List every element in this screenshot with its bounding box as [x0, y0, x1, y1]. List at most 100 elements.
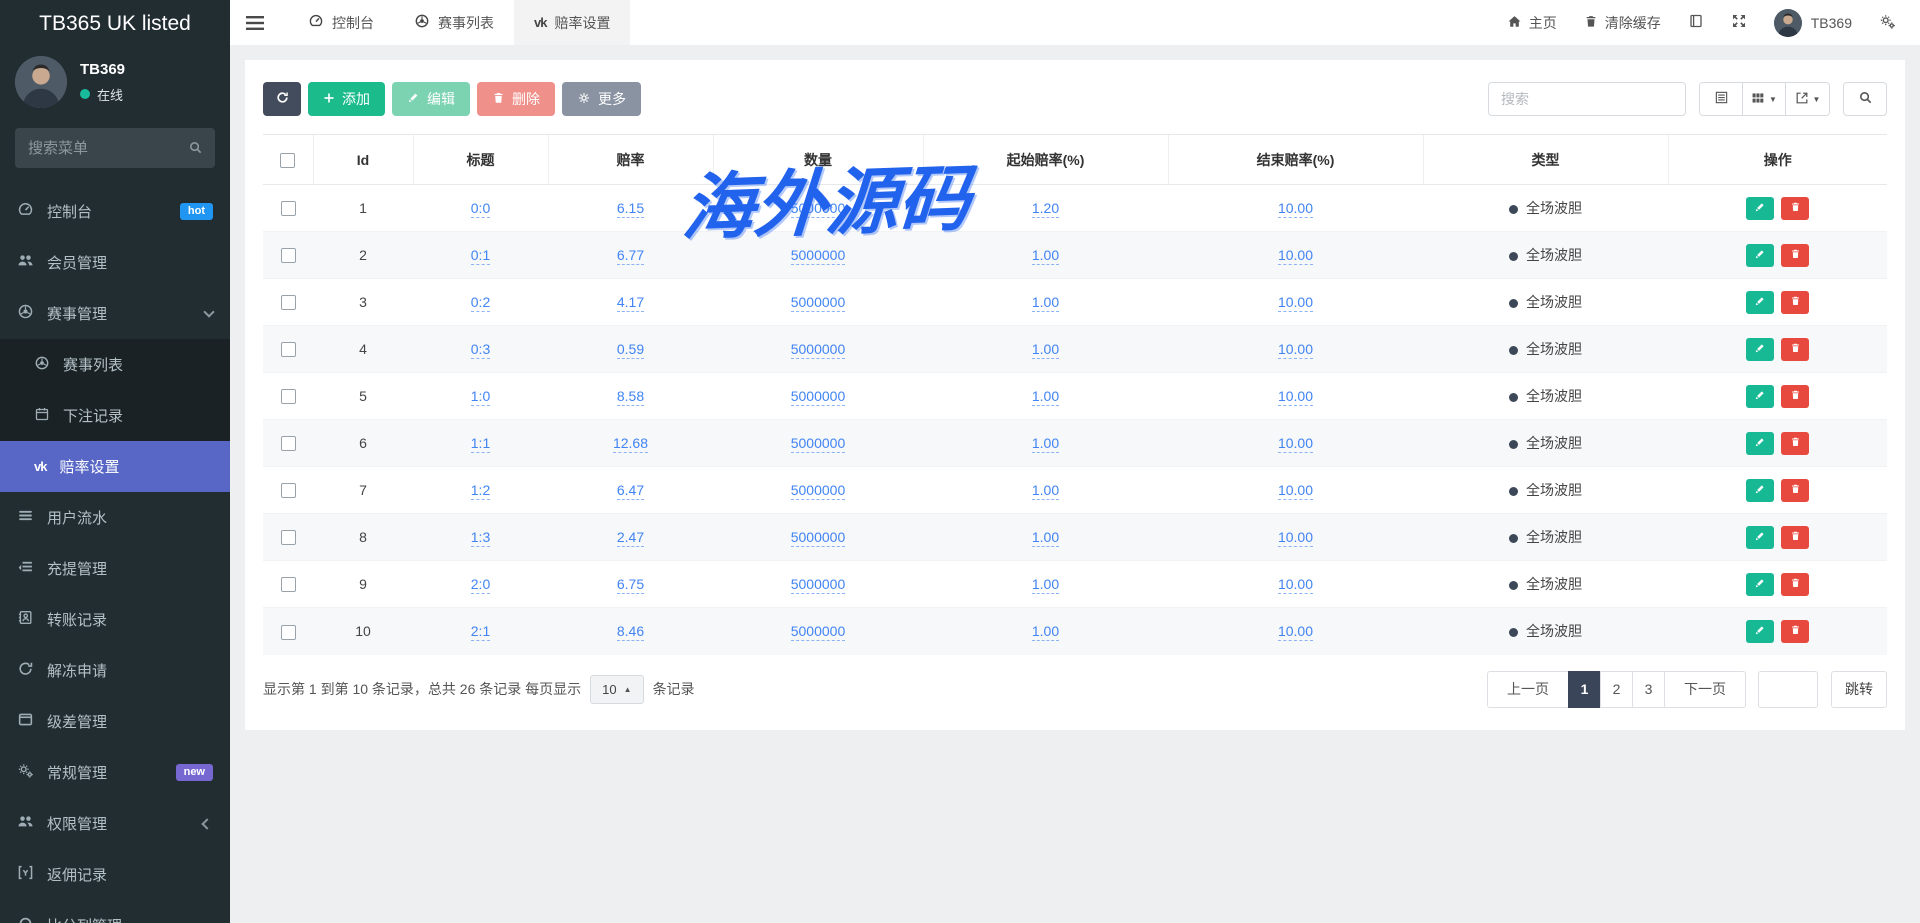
row-delete-button[interactable]: [1781, 432, 1809, 455]
cell-start-editable[interactable]: 1.00: [1032, 388, 1059, 406]
column-header-title[interactable]: 标题: [413, 135, 548, 185]
row-edit-button[interactable]: [1746, 620, 1774, 643]
column-header-type[interactable]: 类型: [1423, 135, 1668, 185]
row-checkbox[interactable]: [281, 389, 296, 404]
row-delete-button[interactable]: [1781, 244, 1809, 267]
cell-title-editable[interactable]: 0:1: [471, 247, 490, 265]
cell-odds-editable[interactable]: 2.47: [617, 529, 644, 547]
tab-odds-settings[interactable]: vk 赔率设置: [514, 0, 630, 45]
column-header-qty[interactable]: 数量: [713, 135, 923, 185]
sidebar-item-score-columns[interactable]: 比分列管理: [0, 900, 230, 923]
row-edit-button[interactable]: [1746, 573, 1774, 596]
row-delete-button[interactable]: [1781, 479, 1809, 502]
row-delete-button[interactable]: [1781, 526, 1809, 549]
cell-qty-editable[interactable]: 5000000: [791, 482, 846, 500]
home-link[interactable]: 主页: [1507, 13, 1557, 33]
cell-start-editable[interactable]: 1.00: [1032, 623, 1059, 641]
cell-title-editable[interactable]: 0:3: [471, 341, 490, 359]
page-size-select[interactable]: 10 ▲: [590, 675, 643, 704]
column-header-id[interactable]: Id: [313, 135, 413, 185]
row-checkbox[interactable]: [281, 295, 296, 310]
row-checkbox[interactable]: [281, 625, 296, 640]
cell-start-editable[interactable]: 1.00: [1032, 435, 1059, 453]
sidebar-item-events[interactable]: 赛事管理: [0, 288, 230, 339]
select-all-checkbox[interactable]: [280, 153, 295, 168]
row-edit-button[interactable]: [1746, 291, 1774, 314]
cell-end-editable[interactable]: 10.00: [1278, 341, 1313, 359]
cell-end-editable[interactable]: 10.00: [1278, 576, 1313, 594]
row-edit-button[interactable]: [1746, 526, 1774, 549]
column-header-start[interactable]: 起始赔率(%): [923, 135, 1168, 185]
row-checkbox[interactable]: [281, 577, 296, 592]
sidebar-item-permissions[interactable]: 权限管理: [0, 798, 230, 849]
delete-button[interactable]: 删除: [477, 82, 555, 116]
cell-end-editable[interactable]: 10.00: [1278, 623, 1313, 641]
row-checkbox[interactable]: [281, 530, 296, 545]
cell-qty-editable[interactable]: 5000000: [791, 341, 846, 359]
cell-start-editable[interactable]: 1.00: [1032, 529, 1059, 547]
row-checkbox[interactable]: [281, 342, 296, 357]
cell-qty-editable[interactable]: 5000000: [791, 294, 846, 312]
jump-page-input[interactable]: [1758, 671, 1818, 708]
row-edit-button[interactable]: [1746, 385, 1774, 408]
row-delete-button[interactable]: [1781, 338, 1809, 361]
page-button-2[interactable]: 2: [1600, 671, 1633, 708]
row-checkbox[interactable]: [281, 248, 296, 263]
row-delete-button[interactable]: [1781, 385, 1809, 408]
cell-end-editable[interactable]: 10.00: [1278, 247, 1313, 265]
cell-qty-editable[interactable]: 5000000: [791, 435, 846, 453]
column-header-actions[interactable]: 操作: [1668, 135, 1887, 185]
toggle-view-button[interactable]: [1700, 83, 1743, 115]
cell-start-editable[interactable]: 1.20: [1032, 200, 1059, 218]
cell-title-editable[interactable]: 1:3: [471, 529, 490, 547]
page-button-3[interactable]: 3: [1632, 671, 1665, 708]
cell-title-editable[interactable]: 2:1: [471, 623, 490, 641]
row-delete-button[interactable]: [1781, 197, 1809, 220]
cell-end-editable[interactable]: 10.00: [1278, 388, 1313, 406]
cell-start-editable[interactable]: 1.00: [1032, 294, 1059, 312]
sidebar-item-general[interactable]: 常规管理 new: [0, 747, 230, 798]
row-delete-button[interactable]: [1781, 573, 1809, 596]
row-edit-button[interactable]: [1746, 338, 1774, 361]
table-search-input[interactable]: [1488, 82, 1686, 116]
cell-end-editable[interactable]: 10.00: [1278, 294, 1313, 312]
add-button[interactable]: 添加: [308, 82, 385, 116]
prev-page-button[interactable]: 上一页: [1487, 671, 1569, 708]
cell-odds-editable[interactable]: 6.77: [617, 247, 644, 265]
cell-title-editable[interactable]: 2:0: [471, 576, 490, 594]
columns-button[interactable]: ▼: [1743, 83, 1786, 115]
column-header-end[interactable]: 结束赔率(%): [1168, 135, 1423, 185]
hamburger-menu-icon[interactable]: [230, 0, 280, 45]
next-page-button[interactable]: 下一页: [1664, 671, 1746, 708]
cell-odds-editable[interactable]: 12.68: [613, 435, 648, 453]
cell-start-editable[interactable]: 1.00: [1032, 482, 1059, 500]
column-header-odds[interactable]: 赔率: [548, 135, 713, 185]
cell-title-editable[interactable]: 0:2: [471, 294, 490, 312]
settings-gears-icon[interactable]: [1879, 13, 1896, 33]
sidebar-item-event-list[interactable]: 赛事列表: [0, 339, 230, 390]
cell-odds-editable[interactable]: 6.47: [617, 482, 644, 500]
cell-odds-editable[interactable]: 0.59: [617, 341, 644, 359]
sidebar-item-unfreeze-requests[interactable]: 解冻申请: [0, 645, 230, 696]
cell-qty-editable[interactable]: 5000000: [791, 200, 846, 218]
edit-button[interactable]: 编辑: [392, 82, 470, 116]
cell-title-editable[interactable]: 1:0: [471, 388, 490, 406]
sidebar-search-input[interactable]: [15, 128, 215, 168]
row-edit-button[interactable]: [1746, 197, 1774, 220]
search-submit-button[interactable]: [1843, 82, 1887, 116]
cell-start-editable[interactable]: 1.00: [1032, 247, 1059, 265]
sidebar-item-deposit-withdraw[interactable]: 充提管理: [0, 543, 230, 594]
row-delete-button[interactable]: [1781, 291, 1809, 314]
sidebar-item-odds-settings[interactable]: vk 赔率设置: [0, 441, 230, 492]
cell-odds-editable[interactable]: 4.17: [617, 294, 644, 312]
sidebar-item-user-flow[interactable]: 用户流水: [0, 492, 230, 543]
row-edit-button[interactable]: [1746, 432, 1774, 455]
export-button[interactable]: ▼: [1786, 83, 1829, 115]
refresh-button[interactable]: [263, 82, 301, 116]
language-flag-icon[interactable]: [1688, 13, 1704, 32]
cell-end-editable[interactable]: 10.00: [1278, 482, 1313, 500]
cell-odds-editable[interactable]: 8.46: [617, 623, 644, 641]
more-button[interactable]: 更多: [562, 82, 641, 116]
tab-console[interactable]: 控制台: [288, 0, 394, 45]
cell-odds-editable[interactable]: 6.75: [617, 576, 644, 594]
